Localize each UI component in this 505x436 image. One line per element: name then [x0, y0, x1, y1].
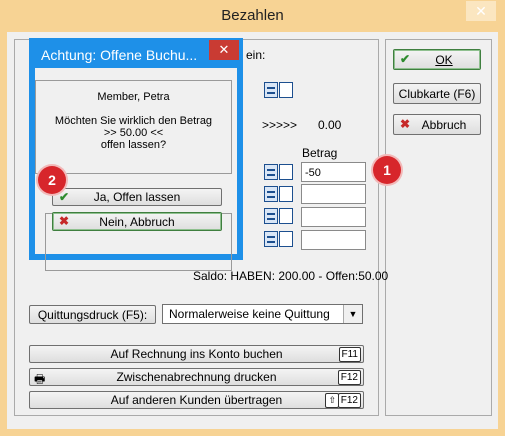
arrows-value: 0.00 [318, 118, 342, 132]
uebertragen-label: Auf anderen Kunden übertragen [110, 393, 283, 407]
annotation-badge-1: 1 [373, 156, 401, 184]
betrag-header: Betrag [302, 146, 338, 160]
dialog-close-button[interactable]: ✕ [209, 40, 239, 60]
abbruch-label: Abbruch [421, 117, 467, 132]
window-close-button[interactable]: ✕ [466, 1, 496, 21]
f11-key: F11 [338, 347, 361, 362]
quittungsdruck-button[interactable]: Quittungsdruck (F5): [29, 305, 156, 324]
chevron-down-icon[interactable]: ▼ [343, 305, 362, 323]
ok-button[interactable]: ✔ OK [393, 49, 481, 70]
cross-icon: ✖ [59, 214, 70, 228]
ja-offen-lassen-button[interactable]: ✔ Ja, Offen lassen [52, 188, 222, 206]
betrag-field-1[interactable]: -50 [301, 162, 366, 182]
clubkarte-label: Clubkarte (F6) [398, 86, 476, 101]
shift-key-icon: ⇧ [325, 393, 339, 408]
close-icon: ✕ [475, 3, 487, 19]
list-icon[interactable] [264, 164, 278, 180]
f12-key: F12 [337, 393, 361, 408]
printer-icon: 🖶 [34, 372, 46, 386]
arrows-text: >>>>> [262, 118, 298, 132]
window-title: Bezahlen [221, 7, 284, 24]
abbruch-button[interactable]: ✖ Abbruch [393, 114, 481, 135]
betrag-field-3[interactable] [301, 207, 366, 227]
nein-label: Nein, Abbruch [99, 214, 175, 229]
search-icon[interactable] [279, 82, 293, 98]
list-icon[interactable] [264, 208, 278, 224]
list-icon[interactable] [264, 82, 278, 98]
dialog-question-1: Möchten Sie wirklich den Betrag [54, 115, 213, 127]
zwischen-label: Zwischenabrechnung drucken [116, 370, 277, 384]
rechnung-button[interactable]: Auf Rechnung ins Konto buchen F11 [29, 345, 364, 363]
clubkarte-button[interactable]: Clubkarte (F6) [393, 83, 481, 104]
ok-label: OK [435, 52, 453, 67]
cross-icon: ✖ [400, 117, 411, 131]
quittung-selected: Normalerweise keine Quittung [169, 307, 330, 321]
betrag-field-4[interactable] [301, 230, 366, 250]
dialog-message: Member, Petra Möchten Sie wirklich den B… [35, 80, 232, 174]
search-icon[interactable] [279, 208, 293, 224]
list-icon[interactable] [264, 231, 278, 247]
ja-label: Ja, Offen lassen [93, 190, 181, 204]
check-icon: ✔ [59, 190, 70, 204]
rechnung-label: Auf Rechnung ins Konto buchen [110, 347, 283, 361]
dialog-question-2: >> 50.00 << [103, 127, 164, 139]
uebertragen-button[interactable]: Auf anderen Kunden übertragen ⇧ F12 [29, 391, 364, 409]
search-icon[interactable] [279, 231, 293, 247]
annotation-badge-2: 2 [38, 166, 66, 194]
dialog-member: Member, Petra [97, 91, 170, 103]
dialog-question-3: offen lassen? [100, 139, 167, 151]
quittung-select[interactable]: Normalerweise keine Quittung ▼ [162, 304, 363, 324]
zwischenabrechnung-button[interactable]: 🖶 Zwischenabrechnung drucken F12 [29, 368, 364, 386]
check-icon: ✔ [400, 52, 411, 66]
search-icon[interactable] [279, 186, 293, 202]
search-icon[interactable] [279, 164, 293, 180]
betrag-field-2[interactable] [301, 184, 366, 204]
f12-key: F12 [337, 370, 361, 385]
quittungsdruck-label: Quittungsdruck (F5): [37, 307, 148, 322]
list-icon[interactable] [264, 186, 278, 202]
saldo-text: Saldo: HABEN: 200.00 - Offen:50.00 [193, 269, 389, 283]
dialog-title: Achtung: Offene Buchu... [41, 47, 198, 63]
nein-abbruch-button[interactable]: ✖ Nein, Abbruch [52, 212, 222, 231]
title-bar: Bezahlen ✕ [0, 0, 505, 32]
partial-label: ein: [246, 48, 266, 62]
